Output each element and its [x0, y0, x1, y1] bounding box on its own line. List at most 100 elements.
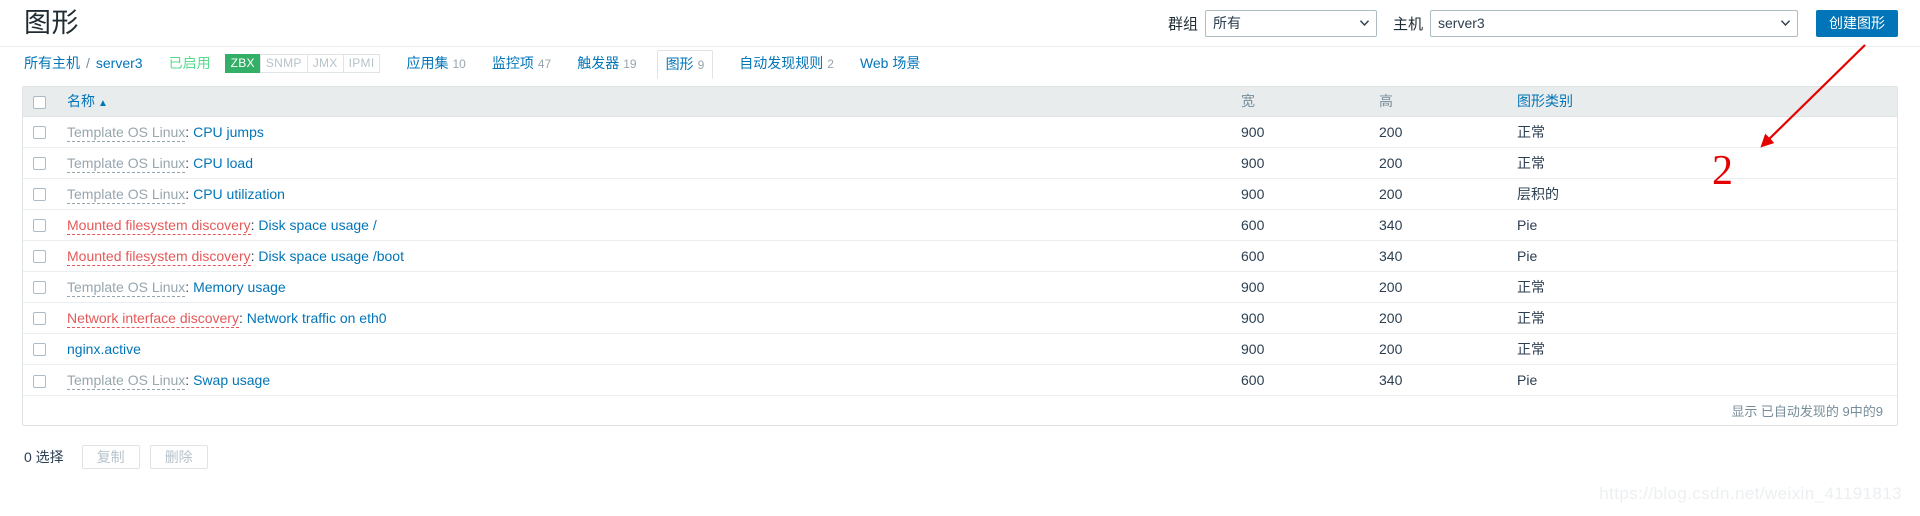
graph-name-cell: Template OS Linux: CPU jumps — [57, 116, 1231, 148]
page-title: 图形 — [24, 7, 79, 38]
table-row: Template OS Linux: CPU jumps 900 200 正常 — [23, 116, 1897, 148]
graph-type-cell: 层积的 — [1507, 178, 1897, 210]
discovery-rule-link[interactable]: Mounted filesystem discovery — [67, 216, 251, 235]
template-link[interactable]: Template OS Linux — [67, 123, 186, 142]
column-header-width: 宽 — [1231, 87, 1369, 117]
graph-height-cell: 200 — [1369, 147, 1507, 179]
group-select-wrapper: 所有 — [1204, 9, 1377, 37]
graph-height-cell: 200 — [1369, 178, 1507, 210]
graph-name-cell: Template OS Linux: CPU utilization — [57, 178, 1231, 210]
breadcrumb-all-hosts[interactable]: 所有主机 — [24, 53, 80, 73]
tab-graphs[interactable]: 图形 9 — [656, 49, 714, 79]
protocol-badge-jmx[interactable]: JMX — [306, 53, 343, 73]
delete-button[interactable]: 删除 — [149, 445, 208, 469]
tab-graphs-label[interactable]: 图形 — [666, 56, 694, 72]
graph-height-cell: 340 — [1369, 240, 1507, 272]
row-checkbox[interactable] — [33, 343, 46, 357]
tab-applications-label[interactable]: 应用集 — [406, 55, 448, 71]
tab-discovery-rules-label[interactable]: 自动发现规则 — [739, 55, 823, 71]
action-bar: 0 选择 复制 删除 — [0, 440, 1920, 474]
host-select[interactable]: server3 — [1430, 9, 1798, 37]
graph-link[interactable]: Network traffic on eth0 — [247, 310, 387, 326]
copy-button[interactable]: 复制 — [81, 445, 140, 469]
table-footer: 显示 已自动发现的 9中的9 — [23, 395, 1897, 425]
graph-link[interactable]: CPU jumps — [193, 124, 264, 140]
tab-triggers[interactable]: 触发器 19 — [577, 53, 636, 73]
selected-count-label: 0 选择 — [24, 449, 64, 465]
graph-height-cell: 200 — [1369, 271, 1507, 303]
breadcrumb-separator: / — [86, 55, 90, 71]
row-select-cell — [23, 116, 57, 148]
name-separator: : — [185, 123, 194, 140]
tab-discovery-rules[interactable]: 自动发现规则 2 — [739, 53, 834, 73]
graphs-table-container: 名称 ▲ 宽 高 图形类别 Template OS Linux: CPU jump… — [22, 86, 1898, 426]
graph-height-cell: 340 — [1369, 209, 1507, 241]
row-checkbox[interactable] — [33, 126, 46, 140]
graph-width-cell: 600 — [1231, 364, 1369, 395]
protocol-badge-ipmi[interactable]: IPMI — [342, 53, 381, 73]
page-header: 图形 群组 所有 主机 server3 创建图形 — [0, 0, 1920, 46]
column-header-type: 图形类别 — [1507, 87, 1897, 117]
table-row: Template OS Linux: Memory usage 900 200 正常 — [23, 271, 1897, 303]
template-link[interactable]: Template OS Linux — [67, 154, 186, 173]
discovery-rule-link[interactable]: Mounted filesystem discovery — [67, 247, 251, 266]
table-row: Template OS Linux: Swap usage 600 340 Pie — [23, 364, 1897, 395]
tab-triggers-label[interactable]: 触发器 — [577, 55, 619, 71]
graph-width-cell: 900 — [1231, 271, 1369, 303]
host-status-enabled[interactable]: 已启用 — [169, 53, 211, 73]
name-separator: : — [185, 371, 194, 388]
tab-web-scenarios[interactable]: Web 场景 — [860, 53, 920, 73]
graph-type-cell: 正常 — [1507, 116, 1897, 148]
graph-link[interactable]: CPU load — [193, 155, 253, 171]
graph-width-cell: 900 — [1231, 333, 1369, 365]
protocol-badge-zbx[interactable]: ZBX — [224, 53, 260, 73]
host-select-wrapper: server3 — [1430, 9, 1798, 37]
tab-applications[interactable]: 应用集 10 — [406, 53, 465, 73]
graph-link[interactable]: Disk space usage / — [258, 217, 376, 233]
row-checkbox[interactable] — [33, 374, 46, 388]
tab-items-label[interactable]: 监控项 — [492, 55, 534, 71]
template-link[interactable]: Template OS Linux — [67, 278, 186, 297]
tab-applications-count: 10 — [452, 57, 466, 71]
tab-triggers-count: 19 — [623, 57, 637, 71]
group-select[interactable]: 所有 — [1204, 9, 1377, 37]
tab-discovery-rules-count: 2 — [827, 57, 834, 71]
graph-link[interactable]: Disk space usage /boot — [258, 248, 404, 264]
row-select-cell — [23, 209, 57, 241]
row-checkbox[interactable] — [33, 219, 46, 233]
watermark: https://blog.csdn.net/weixin_41191813 — [1599, 484, 1902, 503]
row-checkbox[interactable] — [33, 312, 46, 326]
row-checkbox[interactable] — [33, 250, 46, 264]
row-checkbox[interactable] — [33, 188, 46, 202]
tab-web-scenarios-label[interactable]: Web 场景 — [860, 55, 920, 71]
graph-type-cell: 正常 — [1507, 147, 1897, 179]
breadcrumb: 所有主机 / server3 已启用 ZBX SNMP JMX IPMI 应用集… — [0, 46, 1920, 79]
graph-link[interactable]: Swap usage — [193, 372, 270, 388]
column-header-type-link[interactable]: 图形类别 — [1517, 93, 1573, 109]
tab-items[interactable]: 监控项 47 — [492, 53, 551, 73]
graph-width-cell: 900 — [1231, 147, 1369, 179]
discovery-rule-link[interactable]: Network interface discovery — [67, 309, 239, 328]
graph-link[interactable]: Memory usage — [193, 279, 286, 295]
graph-type-cell: Pie — [1507, 240, 1897, 272]
row-checkbox[interactable] — [33, 281, 46, 295]
breadcrumb-host[interactable]: server3 — [96, 55, 143, 71]
host-filter: 主机 server3 — [1392, 9, 1798, 37]
template-link[interactable]: Template OS Linux — [67, 371, 186, 390]
select-all-checkbox[interactable] — [33, 96, 46, 110]
graph-link[interactable]: CPU utilization — [193, 186, 285, 202]
row-checkbox[interactable] — [33, 157, 46, 171]
row-select-cell — [23, 302, 57, 334]
create-graph-button[interactable]: 创建图形 — [1816, 9, 1898, 37]
table-row: Network interface discovery: Network tra… — [23, 302, 1897, 334]
template-link[interactable]: Template OS Linux — [67, 185, 186, 204]
protocol-badge-snmp[interactable]: SNMP — [259, 53, 307, 73]
table-row: Mounted filesystem discovery: Disk space… — [23, 240, 1897, 272]
group-filter: 群组 所有 — [1168, 9, 1377, 37]
column-header-name-link[interactable]: 名称 — [67, 93, 95, 109]
graph-height-cell: 200 — [1369, 333, 1507, 365]
graph-link[interactable]: nginx.active — [67, 341, 141, 357]
host-filter-label: 主机 — [1392, 15, 1423, 33]
graph-type-cell: 正常 — [1507, 333, 1897, 365]
graph-name-cell: Mounted filesystem discovery: Disk space… — [57, 240, 1231, 272]
